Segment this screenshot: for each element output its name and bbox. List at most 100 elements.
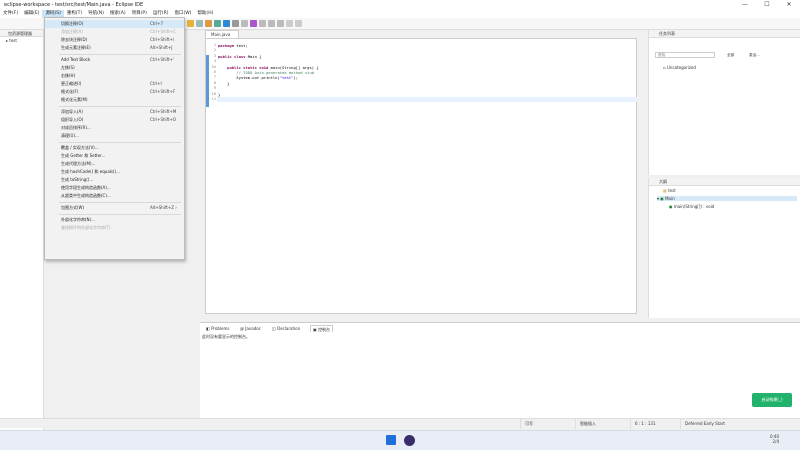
source-menu-item[interactable]: 生成 hashCode() 和 equals()... bbox=[45, 168, 184, 176]
current-line-highlight bbox=[217, 97, 637, 102]
source-menu-item[interactable]: Add Text Block Ctrl+Shift+' bbox=[45, 56, 184, 64]
menu-item-label: 生成 Getter 和 Setter... bbox=[61, 153, 106, 158]
code-line[interactable]: package test; bbox=[218, 43, 248, 48]
toolbar-icon[interactable] bbox=[241, 20, 248, 27]
menu-item-label: 覆盖 / 实现方法(V)... bbox=[61, 145, 99, 150]
code-editor[interactable]: 1 package test; 2 3 public class Main {4 5⊖ p… bbox=[205, 38, 637, 314]
source-menu-item[interactable]: 清理(U)... bbox=[45, 132, 184, 140]
toolbar-icon[interactable] bbox=[196, 20, 203, 27]
menu-item-shortcut: Alt+Shift+J bbox=[150, 45, 173, 50]
tab-label: 控制台 bbox=[318, 327, 331, 332]
source-menu-item[interactable]: 生成代理方法(M)... bbox=[45, 160, 184, 168]
minimize-icon[interactable]: — bbox=[734, 0, 756, 10]
editor-tab-main[interactable]: Main.java bbox=[205, 30, 239, 38]
source-menu-item[interactable]: 覆盖 / 实现方法(V)... bbox=[45, 144, 184, 152]
outline-method[interactable]: ● main(String[]) : void bbox=[669, 204, 714, 209]
source-menu-item[interactable]: 外部化字符串(N)... bbox=[45, 216, 184, 224]
run-icon[interactable] bbox=[214, 20, 221, 27]
status-task: Deferred Early Start bbox=[680, 419, 750, 429]
menu-separator bbox=[59, 142, 181, 143]
toolbar-icon[interactable] bbox=[259, 20, 266, 27]
outline-label: main(String[]) : void bbox=[673, 204, 715, 209]
source-menu-item[interactable]: 组织导入(O) Ctrl+Shift+O bbox=[45, 116, 184, 124]
source-menu-item[interactable]: 查找损坏的外部化字符串(T) bbox=[45, 224, 184, 232]
tab-console[interactable]: ▣ 控制台 bbox=[310, 325, 334, 332]
outline-class[interactable]: ▾ ● Main bbox=[657, 196, 797, 201]
code-line[interactable]: public static void main(String[] args) { bbox=[218, 65, 318, 70]
task-category[interactable]: ▫ Uncategorized bbox=[663, 65, 696, 70]
line-number: 4 bbox=[213, 59, 216, 64]
debug-icon[interactable] bbox=[205, 20, 212, 27]
status-writable: 可写 bbox=[520, 419, 550, 429]
close-icon[interactable]: ✕ bbox=[778, 0, 800, 10]
tab-label: Problems bbox=[211, 326, 230, 331]
start-build-button[interactable]: 启动构建(_) bbox=[752, 393, 792, 407]
tab-problems[interactable]: ◧ Problems bbox=[206, 325, 230, 332]
tab-declaration[interactable]: ◫ Declaration bbox=[272, 325, 300, 332]
eclipse-icon[interactable] bbox=[404, 435, 415, 446]
code-line[interactable]: public class Main { bbox=[218, 54, 261, 59]
status-position: 6 : 1 : 131 bbox=[630, 419, 670, 429]
source-menu-item[interactable]: 切换注释(O) Ctrl+7 bbox=[45, 20, 184, 28]
menu-item-label: 更正缩进(I) bbox=[61, 81, 82, 86]
activate-link[interactable]: 激活... bbox=[749, 53, 760, 58]
outline-label: Main bbox=[665, 196, 675, 201]
toolbar-icon[interactable] bbox=[223, 20, 230, 27]
source-menu-item[interactable]: 格式化元素(M) bbox=[45, 96, 184, 104]
source-menu-item[interactable]: 使用字段生成构造函数(A)... bbox=[45, 184, 184, 192]
code-line[interactable]: System.out.println("test"); bbox=[218, 75, 298, 80]
menu-file[interactable]: 文件(F) bbox=[0, 10, 21, 18]
source-menu-item[interactable]: 右移(H) bbox=[45, 72, 184, 80]
menu-separator bbox=[59, 106, 181, 107]
source-menu-item[interactable]: 从超类中生成构造函数(C)... bbox=[45, 192, 184, 200]
menu-item-label: 格式化元素(M) bbox=[61, 97, 88, 102]
task-list-panel: 任务列表 查找 全部 激活... ▫ Uncategorized bbox=[648, 30, 800, 175]
task-find-input[interactable]: 查找 bbox=[655, 52, 715, 58]
code-line[interactable]: } bbox=[218, 81, 229, 86]
menu-item-label: 清理(U)... bbox=[61, 133, 79, 138]
all-filter[interactable]: 全部 bbox=[727, 53, 734, 58]
forward-icon[interactable] bbox=[295, 20, 302, 27]
source-menu-item[interactable]: 左移(S) bbox=[45, 64, 184, 72]
source-menu-item[interactable]: 生成 Getter 和 Setter... bbox=[45, 152, 184, 160]
menu-item-shortcut: Ctrl+Shift+M bbox=[150, 109, 177, 114]
tree-item-test[interactable]: ▸ test bbox=[0, 37, 43, 43]
tab-javadoc[interactable]: @ Javadoc bbox=[240, 325, 261, 332]
outline-package[interactable]: ▦ test bbox=[663, 188, 676, 193]
source-menu-item[interactable]: 添加注释(A) Ctrl+Shift+C bbox=[45, 28, 184, 36]
source-menu-item[interactable]: 添加导入(A) Ctrl+Shift+M bbox=[45, 108, 184, 116]
line-number: 8 bbox=[213, 80, 216, 85]
menu-item-shortcut: Ctrl+Shift+O bbox=[150, 117, 177, 122]
start-icon[interactable] bbox=[386, 435, 396, 445]
toolbar-icon[interactable] bbox=[250, 20, 257, 27]
menu-item-label: 右移(H) bbox=[61, 73, 76, 78]
source-menu-item[interactable]: 包围方式(W) Alt+Shift+Z › bbox=[45, 204, 184, 212]
line-number: 11 bbox=[211, 97, 216, 101]
console-message: 此时没有要显示的控制台。 bbox=[202, 334, 250, 339]
source-menu-item[interactable]: 格式化(F) Ctrl+Shift+F bbox=[45, 88, 184, 96]
source-menu-item[interactable]: 更正缩进(I) Ctrl+I bbox=[45, 80, 184, 88]
back-icon[interactable] bbox=[286, 20, 293, 27]
menu-edit[interactable]: 编辑(E) bbox=[21, 10, 42, 18]
toolbar-icon[interactable] bbox=[277, 20, 284, 27]
title-bar: eclipse-workspace - test/src/test/Main.j… bbox=[0, 0, 800, 10]
menu-help[interactable]: 帮助(H) bbox=[194, 10, 216, 18]
source-menu-item[interactable]: 生成 toString()... bbox=[45, 176, 184, 184]
toolbar-icon[interactable] bbox=[232, 20, 239, 27]
code-line[interactable]: // TODO Auto-generated method stub bbox=[218, 70, 314, 75]
maximize-icon[interactable]: ☐ bbox=[756, 0, 778, 10]
menu-item-label: 添加导入(A) bbox=[61, 109, 83, 114]
source-menu-item[interactable]: 生成元素注释(E) Alt+Shift+J bbox=[45, 44, 184, 52]
menu-item-shortcut: Ctrl+Shift+C bbox=[150, 29, 176, 34]
menu-separator bbox=[59, 214, 181, 215]
source-menu-item[interactable]: 对成员排序(R)... bbox=[45, 124, 184, 132]
outline-panel: 大纲 ▦ test ▾ ● Main ● main(String[]) : vo… bbox=[648, 178, 800, 318]
menu-item-shortcut: Ctrl+Shift+\ bbox=[150, 37, 175, 42]
task-list-title: 任务列表 bbox=[649, 30, 800, 38]
code-line[interactable]: } bbox=[218, 92, 220, 97]
open-folder-icon[interactable] bbox=[187, 20, 194, 27]
toolbar-icon[interactable] bbox=[268, 20, 275, 27]
source-menu-item[interactable]: 除去块注释(D) Ctrl+Shift+\ bbox=[45, 36, 184, 44]
tree-item-label: test bbox=[9, 38, 17, 43]
console-panel: ◧ Problems @ Javadoc ◫ Declaration ▣ 控制台… bbox=[200, 322, 800, 418]
